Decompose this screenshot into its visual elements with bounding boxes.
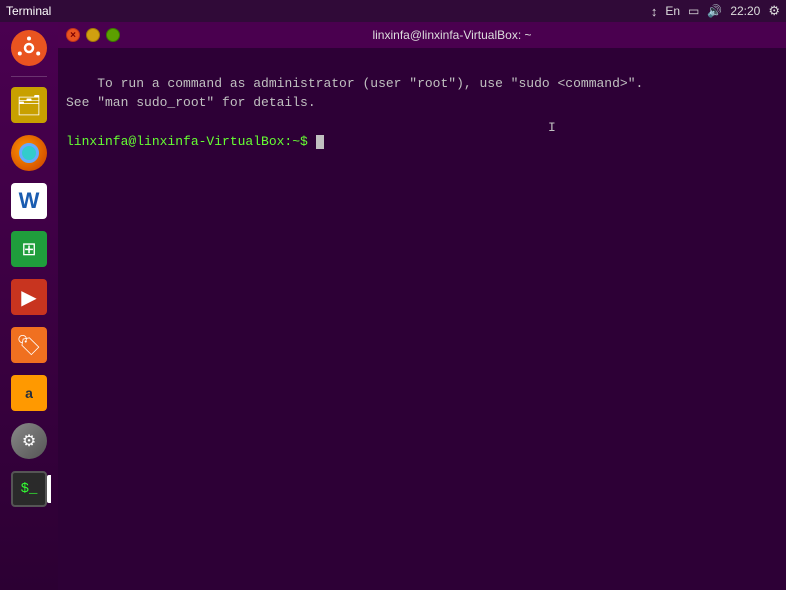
signal-icon: ↕ [651,4,658,19]
terminal-cursor [316,135,324,149]
sidebar-item-libreoffice-writer[interactable]: W [7,179,51,223]
top-system-bar: Terminal ↕ En ▭ 🔊 22:20 ⚙ [0,0,786,22]
window-close-button[interactable]: × [66,28,80,42]
sudo-message-line1: To run a command as administrator (user … [97,76,643,91]
window-maximize-button[interactable] [106,28,120,42]
active-indicator [47,475,51,503]
sidebar-item-ubuntu[interactable] [7,26,51,70]
battery-icon: ▭ [688,4,699,18]
sidebar-item-ubuntu-software[interactable]: 🏷 [7,323,51,367]
terminal-prompt: linxinfa@linxinfa-VirtualBox:~$ [66,134,308,149]
system-settings-icon[interactable]: ⚙ [768,3,780,19]
sidebar-item-firefox[interactable] [7,131,51,175]
sidebar-item-libreoffice-calc[interactable]: ⊞ [7,227,51,271]
application-launcher: 🗂 W ⊞ ▶ 🏷 a ⚙ [0,22,58,590]
sudo-message-line2: See "man sudo_root" for details. [66,95,316,110]
sidebar-item-terminal[interactable]: $_ [7,467,51,511]
keyboard-layout[interactable]: En [665,4,680,18]
text-cursor-indicator: I [548,118,556,138]
sidebar-item-files[interactable]: 🗂 [7,83,51,127]
terminal-window: × linxinfa@linxinfa-VirtualBox: ~ To run… [58,22,786,590]
window-minimize-button[interactable] [86,28,100,42]
terminal-window-title: linxinfa@linxinfa-VirtualBox: ~ [126,28,778,42]
volume-icon[interactable]: 🔊 [707,4,722,18]
app-menu-label[interactable]: Terminal [6,4,51,18]
terminal-body[interactable]: To run a command as administrator (user … [58,48,786,590]
system-time: 22:20 [730,4,760,18]
sidebar-item-system-settings[interactable]: ⚙ [7,419,51,463]
sidebar-item-libreoffice-impress[interactable]: ▶ [7,275,51,319]
terminal-titlebar: × linxinfa@linxinfa-VirtualBox: ~ [58,22,786,48]
sidebar-divider-top [11,76,47,77]
sidebar-item-amazon[interactable]: a [7,371,51,415]
